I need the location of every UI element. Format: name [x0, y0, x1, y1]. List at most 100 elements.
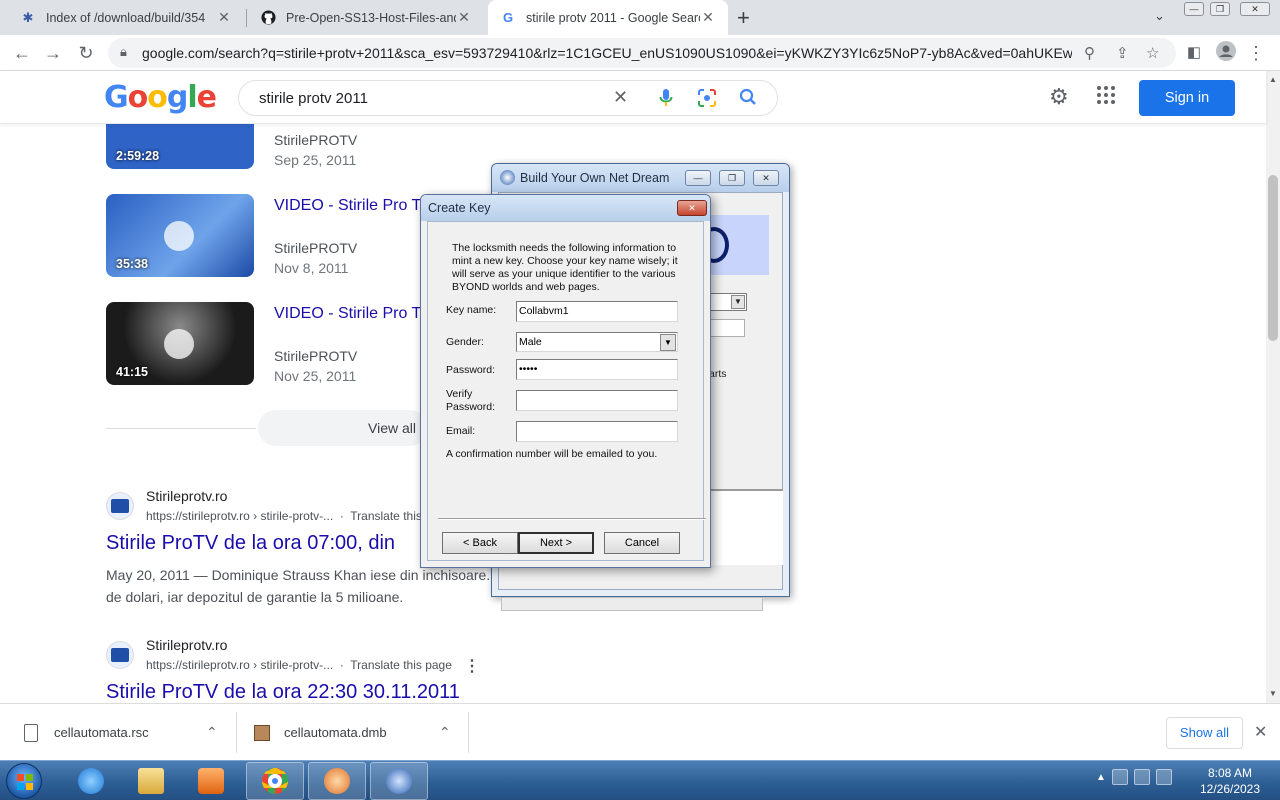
text-field[interactable] [709, 319, 745, 337]
byond-dreamseeker-taskbar-icon[interactable] [370, 762, 428, 800]
divider [236, 712, 237, 753]
dropdown[interactable]: ▼ [709, 293, 747, 311]
result-title-link[interactable]: Stirile ProTV de la ora 07:00, din [106, 532, 395, 555]
show-all-downloads-button[interactable]: Show all [1166, 717, 1243, 749]
volume-icon[interactable] [1155, 769, 1172, 785]
result-url-text: https://stirileprotv.ro › stirile-protv-… [146, 658, 334, 672]
media-player-icon[interactable] [182, 762, 240, 800]
byond-taskbar-icon[interactable] [308, 762, 366, 800]
system-clock[interactable]: 8:08 AM 12/26/2023 [1195, 765, 1265, 797]
video-thumbnail[interactable]: 41:15 [106, 302, 254, 385]
create-key-dialog[interactable]: Create Key ✕ The locksmith needs the fol… [420, 194, 711, 568]
location-pin-icon[interactable]: ⚲ [1084, 44, 1095, 62]
settings-gear-icon[interactable]: ⚙ [1049, 84, 1069, 110]
start-button[interactable] [6, 763, 42, 799]
cancel-button[interactable]: Cancel [604, 532, 680, 554]
bookmark-star-icon[interactable]: ☆ [1146, 44, 1159, 62]
window-titlebar[interactable]: Build Your Own Net Dream — ❐ ✕ [492, 164, 789, 192]
address-bar[interactable]: 🔒︎ google.com/search?q=stirile+protv+201… [108, 38, 1176, 68]
chevron-down-icon[interactable]: ▼ [731, 295, 745, 309]
search-icon[interactable] [739, 88, 757, 111]
tab-google-search[interactable]: G stirile protv 2011 - Google Searc ✕ [488, 0, 728, 35]
password-field[interactable]: ••••• [516, 359, 678, 380]
email-field[interactable] [516, 421, 678, 442]
result-title-link[interactable]: Stirile ProTV de la ora 22:30 30.11.2011 [106, 681, 460, 704]
tab-github[interactable]: Pre-Open-SS13-Host-Files-and-S ✕ [248, 0, 484, 35]
download-filename: cellautomata.rsc [54, 725, 149, 740]
close-window-button[interactable]: ✕ [1240, 2, 1270, 16]
lock-icon[interactable]: 🔒︎ [120, 44, 127, 60]
google-apps-icon[interactable] [1097, 86, 1115, 104]
maximize-button[interactable]: ❐ [1210, 2, 1230, 16]
maximize-button[interactable]: ❐ [719, 170, 745, 186]
menu-kebab-icon[interactable]: ⋮ [1244, 41, 1268, 65]
url-text[interactable]: google.com/search?q=stirile+protv+2011&s… [142, 45, 1072, 61]
close-download-bar-icon[interactable]: ✕ [1254, 722, 1267, 742]
minimize-button[interactable]: — [1184, 2, 1204, 16]
close-button[interactable]: ✕ [677, 200, 707, 216]
scroll-down-arrow-icon[interactable]: ▼ [1269, 689, 1277, 698]
close-tab-icon[interactable]: ✕ [700, 9, 716, 26]
result-options-kebab-icon[interactable]: ⋮ [464, 656, 480, 676]
dialog-message: The locksmith needs the following inform… [452, 242, 678, 293]
close-tab-icon[interactable]: ✕ [456, 9, 472, 26]
tab-title: Pre-Open-SS13-Host-Files-and-S [286, 10, 456, 25]
page-scrollbar[interactable]: ▲ ▼ [1266, 71, 1280, 703]
gender-select[interactable]: Male ▼ [516, 332, 678, 352]
minimize-button[interactable]: — [685, 170, 711, 186]
internet-explorer-icon[interactable] [62, 762, 120, 800]
voice-search-icon[interactable] [659, 88, 673, 113]
tab-search-chevron-icon[interactable]: ⌄ [1154, 8, 1165, 24]
side-panel-icon[interactable]: ◧ [1182, 41, 1206, 65]
chevron-up-icon[interactable]: ⌃ [439, 724, 451, 741]
key-name-field[interactable]: Collabvm1 [516, 301, 678, 322]
chevron-up-icon[interactable]: ⌃ [206, 724, 218, 741]
translate-link[interactable]: Translate this [350, 509, 422, 523]
profile-avatar-icon[interactable] [1214, 41, 1238, 65]
result-url-text: https://stirileprotv.ro › stirile-protv-… [146, 509, 334, 523]
clear-search-icon[interactable]: ✕ [613, 87, 628, 108]
video-title-link[interactable]: VIDEO - Stirile Pro TV [274, 305, 432, 323]
logo-letter: g [166, 80, 189, 115]
lens-search-icon[interactable] [697, 88, 717, 113]
close-tab-icon[interactable]: ✕ [216, 9, 232, 26]
network-icon[interactable] [1133, 769, 1150, 785]
github-icon [260, 10, 276, 26]
logo-letter: o [147, 80, 168, 115]
translate-link[interactable]: Translate this page [350, 658, 452, 672]
search-input[interactable]: stirile protv 2011 [259, 90, 368, 107]
windows-taskbar: ▲ 8:08 AM 12/26/2023 [0, 760, 1280, 800]
dialog-titlebar[interactable]: Create Key ✕ [421, 195, 710, 221]
share-icon[interactable]: ⇪ [1116, 44, 1129, 62]
chrome-taskbar-icon[interactable] [246, 762, 304, 800]
new-tab-button[interactable]: + [737, 5, 750, 31]
site-favicon [106, 641, 134, 669]
gender-value: Male [519, 336, 542, 348]
video-title-link[interactable]: VIDEO - Stirile Pro TV [274, 197, 432, 215]
file-explorer-icon[interactable] [122, 762, 180, 800]
close-button[interactable]: ✕ [753, 170, 779, 186]
tab-byond-index[interactable]: ✱ Index of /download/build/354 ✕ [8, 0, 244, 35]
scrollbar-thumb[interactable] [1268, 175, 1278, 341]
chevron-down-icon[interactable]: ▼ [660, 334, 676, 351]
status-bar [501, 597, 763, 611]
divider [468, 712, 469, 753]
next-button[interactable]: Next > [518, 532, 594, 554]
action-center-icon[interactable] [1111, 769, 1128, 785]
back-arrow-icon[interactable]: ← [10, 41, 34, 65]
show-hidden-icons-chevron-icon[interactable]: ▲ [1096, 772, 1106, 783]
scroll-up-arrow-icon[interactable]: ▲ [1269, 75, 1277, 84]
back-button[interactable]: < Back [442, 532, 518, 554]
reload-icon[interactable]: ↻ [74, 41, 98, 65]
view-all-videos-button[interactable]: View all [258, 410, 428, 446]
google-logo[interactable]: Google [104, 80, 217, 115]
partial-label: arts [709, 368, 727, 380]
search-box[interactable]: stirile protv 2011 ✕ [238, 80, 778, 116]
sign-in-button[interactable]: Sign in [1139, 80, 1235, 116]
video-duration: 35:38 [116, 257, 148, 271]
forward-arrow-icon[interactable]: → [41, 41, 65, 65]
download-item[interactable]: cellautomata.dmb [254, 704, 387, 761]
verify-password-field[interactable] [516, 390, 678, 411]
video-thumbnail[interactable]: 35:38 [106, 194, 254, 277]
download-item[interactable]: cellautomata.rsc [24, 704, 149, 761]
